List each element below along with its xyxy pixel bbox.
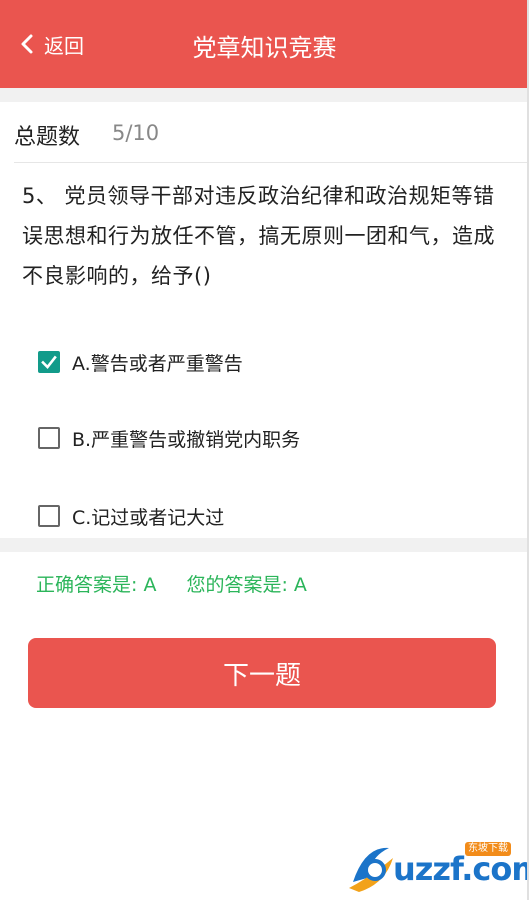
divider bbox=[14, 162, 529, 163]
uzzf-watermark-logo: uzzf.com 东坡下载 bbox=[345, 838, 529, 896]
answer-feedback: 正确答案是: A 您的答案是: A bbox=[36, 570, 307, 597]
checkmark-icon bbox=[41, 355, 57, 369]
app-header: 返回 党章知识竞赛 bbox=[0, 0, 529, 88]
option-a-label: A.警告或者严重警告 bbox=[72, 352, 243, 375]
option-a[interactable]: A.警告或者严重警告 bbox=[38, 348, 243, 376]
option-c[interactable]: C.记过或者记大过 bbox=[38, 502, 224, 530]
question-text: 5、 党员领导干部对违反政治纪律和政治规矩等错误思想和行为放任不管，搞无原则一团… bbox=[22, 184, 495, 288]
option-b-label: B.严重警告或撤销党内职务 bbox=[72, 428, 301, 451]
option-c-label: C.记过或者记大过 bbox=[72, 506, 225, 529]
option-b-checkbox[interactable] bbox=[38, 427, 60, 449]
option-a-checkbox[interactable] bbox=[38, 351, 60, 373]
option-c-checkbox[interactable] bbox=[38, 505, 60, 527]
section-divider bbox=[0, 538, 529, 552]
next-question-button[interactable]: 下一题 bbox=[28, 638, 496, 708]
quiz-screen: 返回 党章知识竞赛 总题数 5/10 5、 党员领导干部对违反政治纪律和政治规矩… bbox=[0, 0, 529, 900]
your-answer-text: 您的答案是: A bbox=[186, 574, 307, 596]
question-count-value: 5/10 bbox=[112, 121, 160, 145]
question-count-row: 总题数 5/10 bbox=[0, 102, 529, 162]
page-title: 党章知识竞赛 bbox=[192, 34, 337, 62]
header-spacer bbox=[0, 88, 529, 102]
correct-answer-text: 正确答案是: A bbox=[36, 574, 157, 596]
option-b[interactable]: B.严重警告或撤销党内职务 bbox=[38, 424, 300, 452]
question-count-label: 总题数 bbox=[14, 125, 81, 150]
watermark-badge: 东坡下载 bbox=[465, 842, 511, 856]
